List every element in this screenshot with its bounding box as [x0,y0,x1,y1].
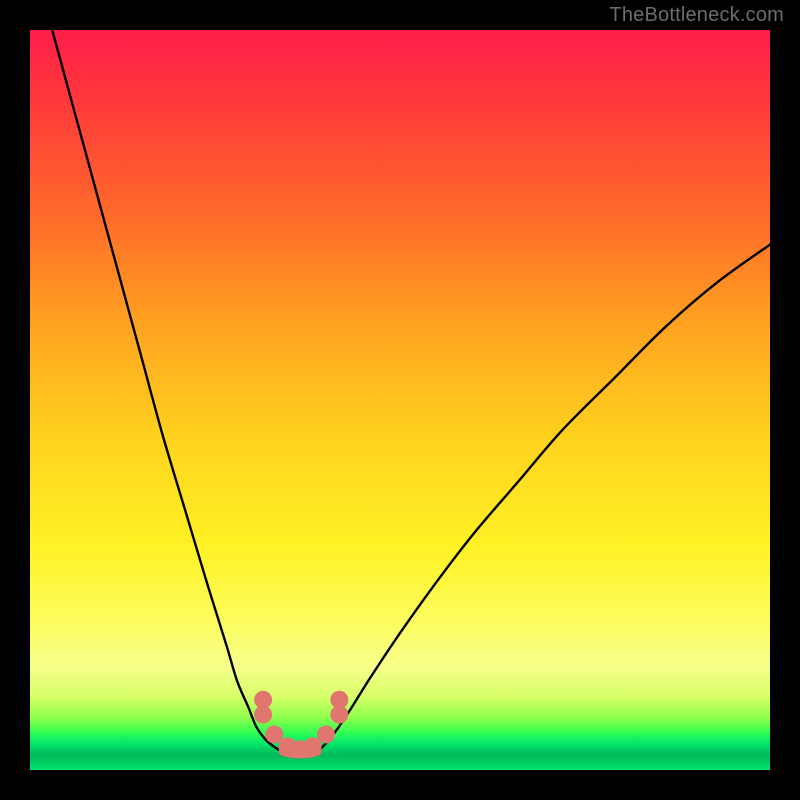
valley-dots-group [254,691,348,759]
left-curve-path [52,30,283,752]
outer-frame: TheBottleneck.com [0,0,800,800]
valley-dot [317,725,335,743]
right-curve-path [317,245,770,752]
chart-overlay [30,30,770,770]
valley-dot [330,691,348,709]
valley-dot [254,691,272,709]
watermark-text: TheBottleneck.com [609,4,784,27]
